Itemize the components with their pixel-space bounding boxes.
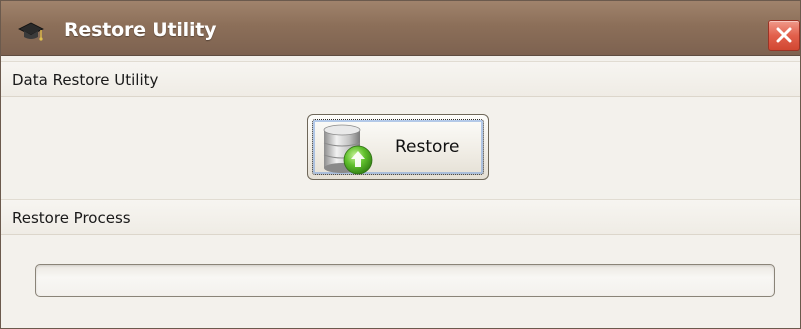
restore-utility-window: Restore Utility Data Restore Utility Res… [0, 0, 801, 329]
data-restore-utility-header: Data Restore Utility [1, 61, 800, 97]
title-bar[interactable]: Restore Utility [1, 1, 800, 56]
window-title: Restore Utility [64, 19, 217, 41]
close-icon [776, 27, 792, 43]
close-button[interactable] [768, 20, 800, 51]
restore-process-header: Restore Process [1, 199, 800, 235]
restore-button-label: Restore [395, 137, 460, 157]
database-upload-icon [320, 122, 380, 176]
restore-process-label: Restore Process [12, 209, 131, 227]
restore-progress-bar [35, 264, 775, 297]
data-restore-utility-label: Data Restore Utility [12, 71, 159, 89]
restore-button[interactable]: Restore [307, 114, 489, 180]
graduation-cap-icon [17, 21, 45, 43]
